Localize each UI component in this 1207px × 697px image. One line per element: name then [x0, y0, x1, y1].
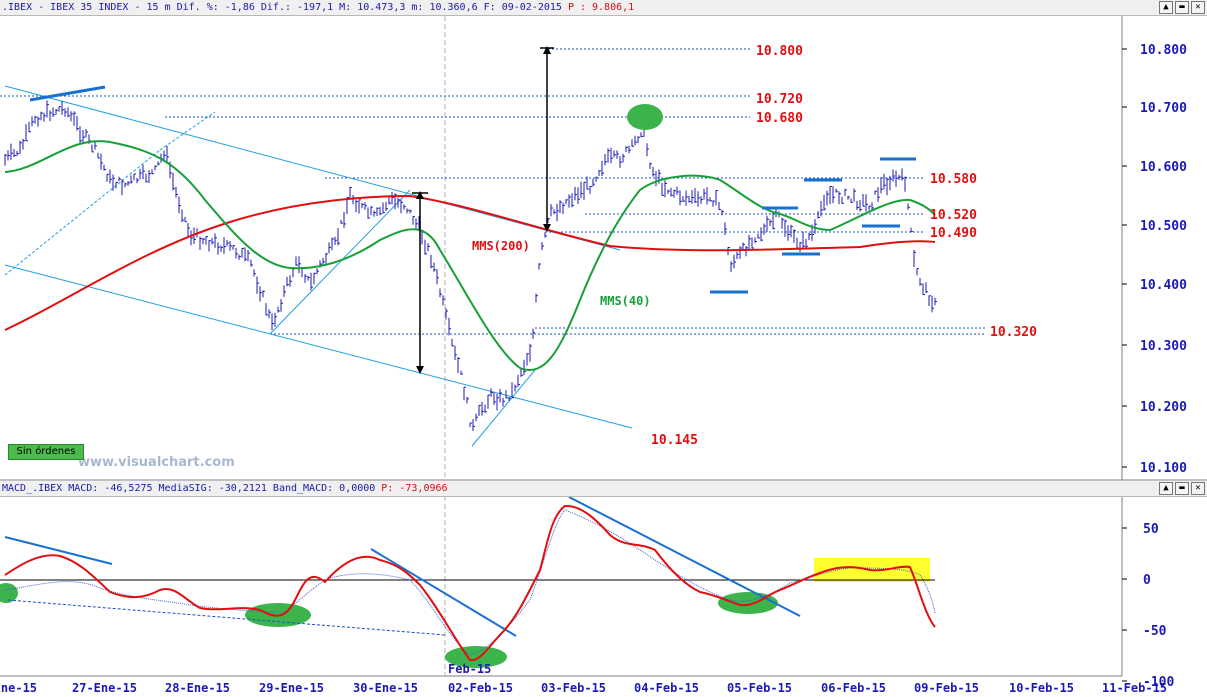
price-tick: 10.500	[1122, 219, 1187, 234]
macd-tick: 0	[1122, 573, 1151, 588]
top-resistance-line	[29, 85, 106, 102]
macd-close-button[interactable]: ✕	[1191, 482, 1205, 495]
price-bars	[4, 100, 937, 431]
mms40-label: MMS(40)	[600, 294, 651, 308]
macd-tick-label: -50	[1143, 624, 1167, 639]
dashed-trend-line-2	[159, 111, 216, 151]
level-label-10680: 10.680	[756, 111, 803, 126]
arrow-head-down-1	[416, 366, 424, 374]
top-highlight-ellipse	[627, 104, 663, 130]
macd-trend-2	[370, 548, 517, 637]
date-label: 04-Feb-15	[634, 681, 699, 695]
mms200-line	[4, 194, 936, 331]
price-tick: 10.800	[1122, 43, 1187, 58]
macd-last-value: P: -73,0966	[381, 483, 448, 494]
channel-lower-line	[4, 264, 633, 429]
macd-dashed-support	[7, 599, 446, 636]
macd-tick-label: 50	[1143, 522, 1159, 537]
date-label: 26-Ene-15	[0, 681, 37, 695]
watermark: www.visualchart.com	[78, 455, 235, 470]
price-axis: 10.800 10.700 10.600 10.500 10.400 10.30…	[1122, 43, 1187, 476]
macd-window-buttons: ▲ ▬ ✕	[1157, 482, 1205, 495]
macd-titlebar: MACD_.IBEX MACD: -46,5275 MediaSIG: -30,…	[0, 481, 1207, 497]
price-tick-label: 10.100	[1140, 461, 1187, 476]
level-label-10520: 10.520	[930, 208, 977, 223]
macd-line	[4, 504, 936, 662]
price-tick: 10.100	[1122, 461, 1187, 476]
macd-tick: 50	[1122, 522, 1159, 537]
date-label: 27-Ene-15	[72, 681, 137, 695]
date-label: 11-Feb-15	[1102, 681, 1167, 695]
price-tick: 10.400	[1122, 278, 1187, 293]
rebound-line	[471, 369, 536, 447]
date-axis: 26-Ene-15 27-Ene-15 28-Ene-15 29-Ene-15 …	[0, 681, 1167, 695]
macd-trend-1	[4, 536, 113, 565]
macd-tick-label: 0	[1143, 573, 1151, 588]
price-tick-label: 10.500	[1140, 219, 1187, 234]
date-label: 03-Feb-15	[541, 681, 606, 695]
date-label: 10-Feb-15	[1009, 681, 1074, 695]
date-label: 05-Feb-15	[727, 681, 792, 695]
price-tick-label: 10.700	[1140, 101, 1187, 116]
cursor-date-label: Feb-15	[448, 662, 491, 676]
price-tick-label: 10.600	[1140, 160, 1187, 175]
price-tick-label: 10.800	[1140, 43, 1187, 58]
macd-minimize-button[interactable]: ▬	[1175, 482, 1189, 495]
macd-axis: 50 0 -50 -100	[1122, 522, 1174, 690]
date-label: 30-Ene-15	[353, 681, 418, 695]
level-label-10720: 10.720	[756, 92, 803, 107]
level-label-10800: 10.800	[756, 44, 803, 59]
price-tick: 10.200	[1122, 400, 1187, 415]
macd-title: MACD_.IBEX MACD: -46,5275 MediaSIG: -30,…	[2, 483, 382, 494]
mms200-label: MMS(200)	[472, 239, 530, 253]
rising-support-line	[269, 189, 411, 335]
support-resistance-markers	[710, 157, 916, 294]
date-label: 29-Ene-15	[259, 681, 324, 695]
level-label-10490: 10.490	[930, 226, 977, 241]
date-label: 28-Ene-15	[165, 681, 230, 695]
orders-button[interactable]: Sin órdenes	[8, 444, 84, 460]
measure-arrows	[412, 46, 554, 374]
level-label-10580: 10.580	[930, 172, 977, 187]
price-level-labels: 10.800 10.720 10.680 10.580 10.520 10.49…	[651, 44, 1037, 448]
level-label-10320: 10.320	[990, 325, 1037, 340]
date-label: 06-Feb-15	[821, 681, 886, 695]
arrow-head-up-1	[416, 191, 424, 199]
price-tick: 10.600	[1122, 160, 1187, 175]
price-tick-label: 10.200	[1140, 400, 1187, 415]
chart-canvas[interactable]: 10.800 10.720 10.680 10.580 10.520 10.49…	[0, 0, 1207, 697]
macd-scroll-button[interactable]: ▲	[1159, 482, 1173, 495]
date-label: 09-Feb-15	[914, 681, 979, 695]
price-tick: 10.300	[1122, 339, 1187, 354]
price-tick-label: 10.300	[1140, 339, 1187, 354]
macd-tick: -50	[1122, 624, 1167, 639]
dashed-trend-line	[4, 149, 161, 276]
macd-trendlines	[4, 496, 801, 637]
price-tick: 10.700	[1122, 101, 1187, 116]
date-label: 02-Feb-15	[448, 681, 513, 695]
arrow-head-up-2	[543, 46, 551, 54]
level-label-10145: 10.145	[651, 433, 698, 448]
price-tick-label: 10.400	[1140, 278, 1187, 293]
